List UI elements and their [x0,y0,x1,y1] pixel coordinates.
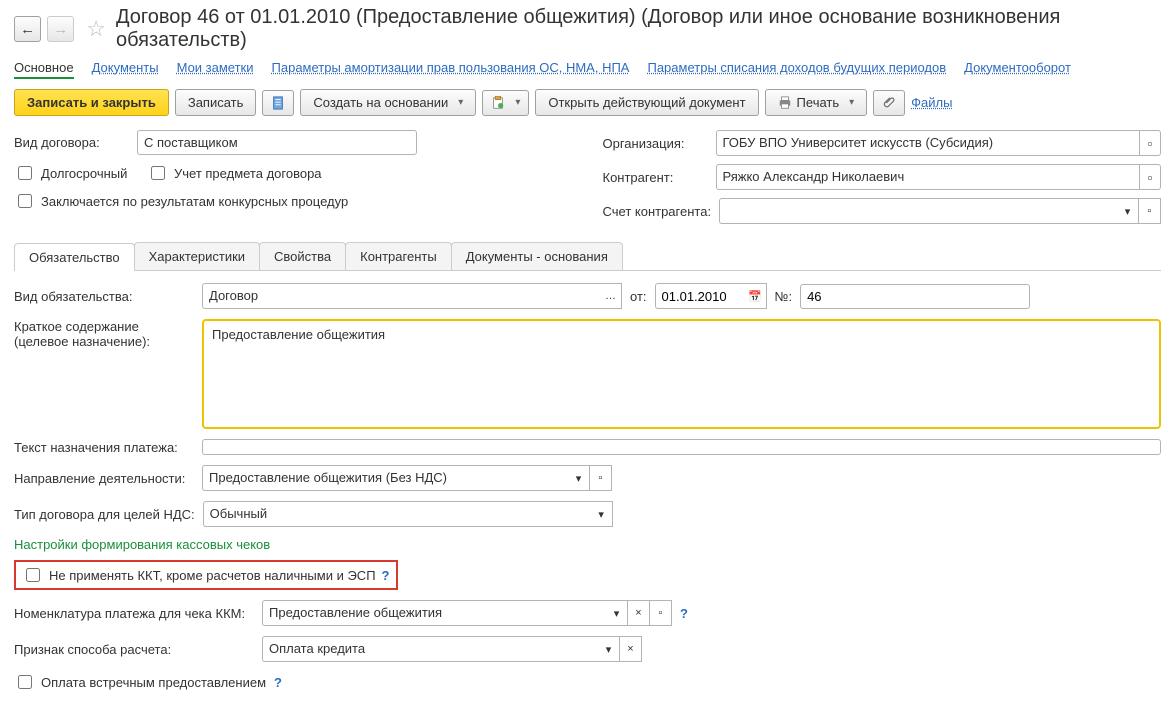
no-kkt-checkbox[interactable]: Не применять ККТ, кроме расчетов наличны… [22,565,376,585]
clipboard-dropdown[interactable] [482,90,529,116]
organization-open-icon[interactable]: ▫ [1139,130,1161,156]
paperclip-icon [882,96,896,110]
number-field[interactable] [800,284,1030,309]
vat-type-label: Тип договора для целей НДС: [14,507,195,522]
obligation-type-field[interactable]: Договор [202,283,600,309]
account-open-icon[interactable]: ▫ [1139,198,1161,224]
nomenclature-field[interactable]: Предоставление общежития [262,600,606,626]
number-label: №: [775,289,793,304]
printer-icon [778,96,792,110]
navtab-documents[interactable]: Документы [92,60,159,79]
tab-basis-documents[interactable]: Документы - основания [451,242,623,270]
help-icon[interactable]: ? [274,675,282,690]
counterparty-account-field[interactable] [719,198,1117,224]
clipboard-icon [491,96,505,110]
no-kkt-highlight: Не применять ККТ, кроме расчетов наличны… [14,560,398,590]
summary-label: Краткое содержание (целевое назначение): [14,319,194,349]
navtab-notes[interactable]: Мои заметки [177,60,254,79]
page-title: Договор 46 от 01.01.2010 (Предоставление… [116,6,1161,52]
navtab-amort-params[interactable]: Параметры амортизации прав пользования О… [272,60,630,79]
print-label: Печать [797,95,840,110]
obligation-type-label: Вид обязательства: [14,289,194,304]
nomenclature-open-icon[interactable]: ▫ [650,600,672,626]
vat-type-dropdown-icon[interactable]: ▾ [591,501,613,527]
attach-button[interactable] [873,90,905,116]
tab-properties[interactable]: Свойства [259,242,346,270]
payment-text-field[interactable] [202,439,1161,455]
account-dropdown-icon[interactable]: ▾ [1117,198,1139,224]
open-current-document-button[interactable]: Открыть действующий документ [535,89,758,116]
counterparty-account-label: Счет контрагента: [603,204,712,219]
payment-method-dropdown-icon[interactable]: ▾ [598,636,620,662]
tab-strip: Обязательство Характеристики Свойства Ко… [14,242,1161,271]
subject-accounting-checkbox[interactable]: Учет предмета договора [147,163,322,183]
counterparty-label: Контрагент: [603,170,708,185]
tab-obligation[interactable]: Обязательство [14,243,135,271]
nav-forward-button: → [47,16,74,42]
summary-textarea[interactable]: Предоставление общежития [202,319,1161,429]
toolbar: Записать и закрыть Записать Создать на о… [14,89,1161,116]
payment-text-label: Текст назначения платежа: [14,440,194,455]
help-icon[interactable]: ? [382,568,390,583]
nomenclature-label: Номенклатура платежа для чека ККМ: [14,606,254,621]
print-dropdown[interactable]: Печать [765,89,868,116]
counter-payment-checkbox[interactable]: Оплата встречным предоставлением [14,672,266,692]
vat-type-field[interactable]: Обычный [203,501,591,527]
activity-label: Направление деятельности: [14,471,194,486]
payment-method-field[interactable]: Оплата кредита [262,636,598,662]
document-icon [271,96,285,110]
nomenclature-clear-icon[interactable]: × [628,600,650,626]
nav-back-button[interactable]: ← [14,16,41,42]
navbar: Основное Документы Мои заметки Параметры… [14,60,1161,79]
long-term-checkbox[interactable]: Долгосрочный [14,163,129,183]
navtab-docflow[interactable]: Документооборот [964,60,1071,79]
organization-field[interactable]: ГОБУ ВПО Университет искусств (Субсидия) [716,130,1140,156]
date-field[interactable] [655,283,745,309]
save-close-button[interactable]: Записать и закрыть [14,89,169,116]
payment-method-clear-icon[interactable]: × [620,636,642,662]
save-button[interactable]: Записать [175,89,257,116]
obligation-type-select-icon[interactable]: … [600,283,622,309]
tab-characteristics[interactable]: Характеристики [134,242,260,270]
calendar-icon[interactable] [745,283,767,309]
payment-method-label: Признак способа расчета: [14,642,254,657]
help-icon[interactable]: ? [680,606,688,621]
organization-label: Организация: [603,136,708,151]
date-label: от: [630,289,647,304]
activity-dropdown-icon[interactable]: ▾ [568,465,590,491]
navtab-main[interactable]: Основное [14,60,74,79]
contract-type-field[interactable]: С поставщиком [137,130,417,155]
activity-field[interactable]: Предоставление общежития (Без НДС) [202,465,568,491]
cash-receipt-section-title: Настройки формирования кассовых чеков [14,537,1161,552]
tender-checkbox[interactable]: Заключается по результатам конкурсных пр… [14,191,348,211]
activity-open-icon[interactable]: ▫ [590,465,612,491]
post-button[interactable] [262,90,294,116]
contract-type-label: Вид договора: [14,135,129,150]
nomenclature-dropdown-icon[interactable]: ▾ [606,600,628,626]
files-link[interactable]: Файлы [911,95,952,110]
create-based-dropdown[interactable]: Создать на основании [300,89,476,116]
counterparty-open-icon[interactable]: ▫ [1139,164,1161,190]
counterparty-field[interactable]: Ряжко Александр Николаевич [716,164,1140,190]
favorite-star-icon[interactable]: ☆ [86,16,106,42]
tab-counterparties[interactable]: Контрагенты [345,242,452,270]
navtab-writeoff-params[interactable]: Параметры списания доходов будущих перио… [647,60,946,79]
